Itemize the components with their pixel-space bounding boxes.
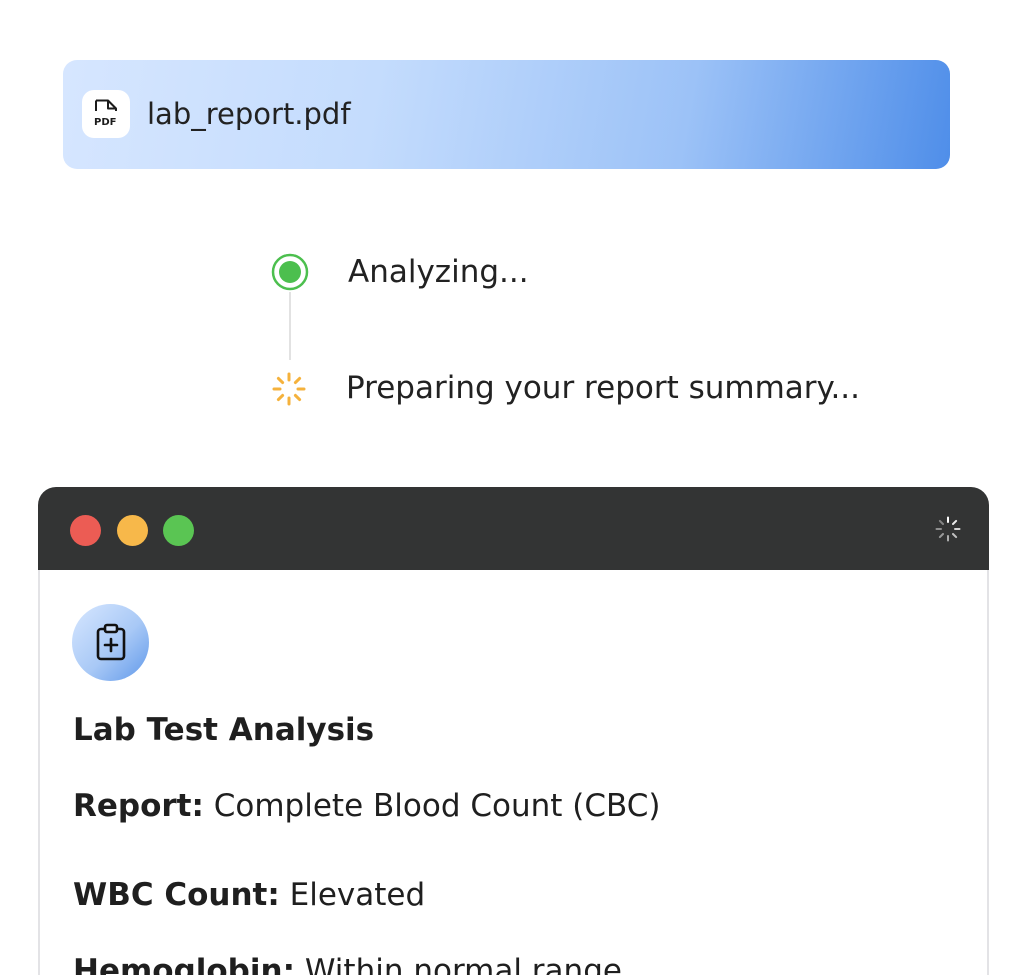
- maximize-window-button[interactable]: [163, 515, 194, 546]
- report-value: Complete Blood Count (CBC): [213, 788, 661, 824]
- step-preparing-label: Preparing your report summary...: [346, 370, 861, 406]
- pdf-icon-label: PDF: [94, 117, 116, 128]
- hemoglobin-key: Hemoglobin:: [73, 953, 295, 975]
- analysis-title: Lab Test Analysis: [73, 712, 375, 748]
- hemoglobin-row: Hemoglobin: Within normal range: [73, 951, 622, 975]
- wbc-value: Elevated: [289, 877, 426, 913]
- step-connector: [289, 292, 291, 360]
- loading-spinner-icon: [934, 515, 962, 543]
- file-name: lab_report.pdf: [147, 97, 351, 131]
- hemoglobin-value: Within normal range: [304, 953, 622, 975]
- wbc-key: WBC Count:: [73, 877, 280, 913]
- report-window: Lab Test Analysis Report: Complete Blood…: [38, 487, 989, 975]
- status-dot-icon: [271, 253, 309, 291]
- report-row: Report: Complete Blood Count (CBC): [73, 786, 660, 826]
- pdf-file-icon: PDF: [82, 90, 130, 138]
- close-window-button[interactable]: [70, 515, 101, 546]
- clipboard-medical-icon: [72, 604, 149, 681]
- report-key: Report:: [73, 788, 204, 824]
- file-attachment-bar[interactable]: PDF lab_report.pdf: [63, 60, 950, 169]
- spinner-icon: [270, 370, 308, 408]
- minimize-window-button[interactable]: [117, 515, 148, 546]
- page-root: PDF lab_report.pdf Analyzing... Preparin…: [0, 0, 1024, 975]
- wbc-row: WBC Count: Elevated: [73, 875, 425, 915]
- step-analyzing-label: Analyzing...: [348, 254, 529, 290]
- window-titlebar: [38, 487, 989, 570]
- window-content: Lab Test Analysis Report: Complete Blood…: [38, 570, 989, 975]
